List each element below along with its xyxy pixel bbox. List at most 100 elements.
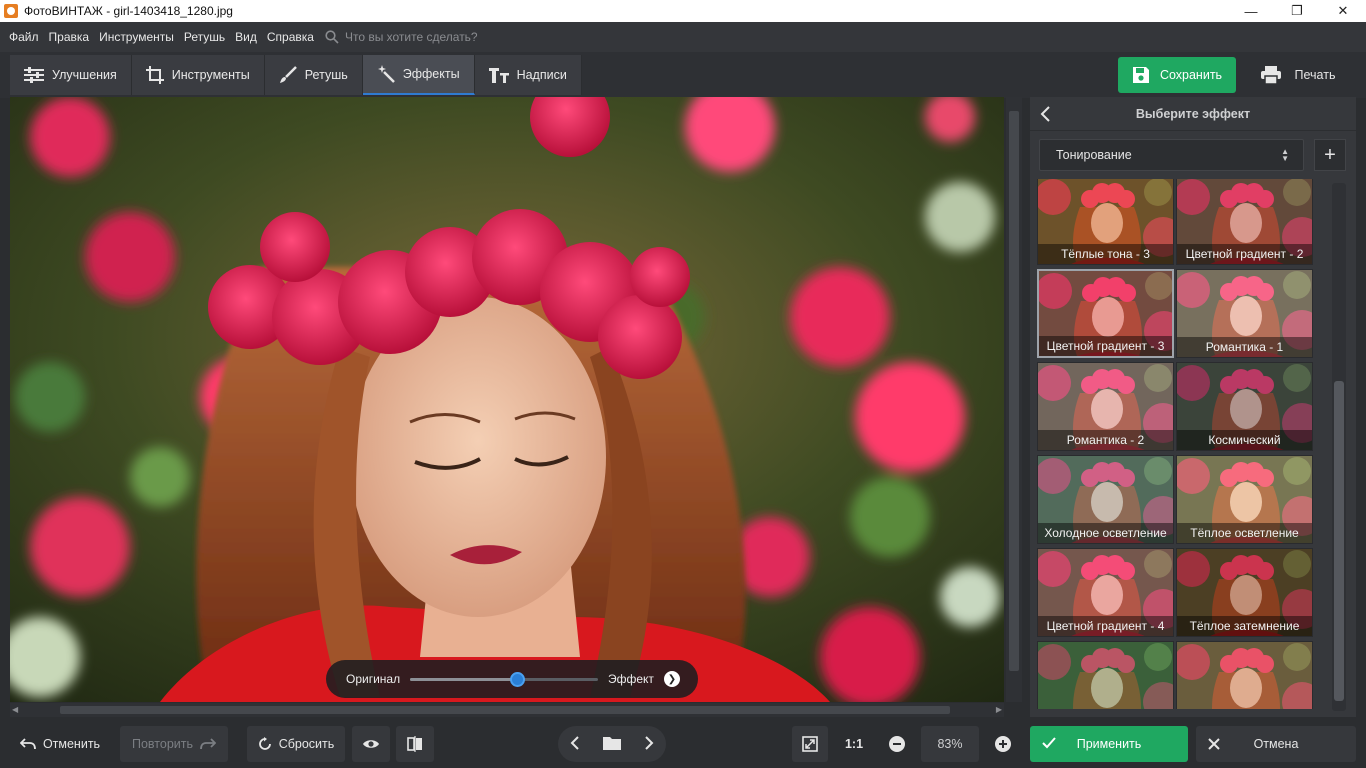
scroll-thumb[interactable] <box>1009 111 1019 671</box>
minus-circle-icon <box>889 736 905 752</box>
photo-canvas[interactable]: Оригинал Эффект ❯ <box>10 97 1004 702</box>
zoom-level[interactable]: 83% <box>921 726 979 762</box>
tab-retouch[interactable]: Ретушь <box>264 55 363 95</box>
brush-icon <box>279 66 297 83</box>
folder-icon[interactable] <box>602 736 621 753</box>
add-effect-button[interactable]: + <box>1314 139 1346 171</box>
search-icon <box>325 30 339 44</box>
compare-track[interactable] <box>410 672 598 687</box>
tab-captions[interactable]: Надписи <box>474 55 582 95</box>
effect-name: Цветной градиент - 2 <box>1177 244 1312 264</box>
next-file-icon[interactable] <box>644 735 654 753</box>
print-button[interactable]: Печать <box>1240 57 1356 93</box>
menu-retouch[interactable]: Ретушь <box>179 30 230 44</box>
zoom-in-button[interactable] <box>986 726 1020 762</box>
tab-tools[interactable]: Инструменты <box>131 55 265 95</box>
menu-view[interactable]: Вид <box>230 30 262 44</box>
compare-knob[interactable] <box>510 672 526 687</box>
tab-bar: Улучшения Инструменты Ретушь Эффекты Над… <box>10 55 582 95</box>
panel-header: Выберите эффект <box>1030 97 1356 131</box>
effect-thumbnail[interactable]: Фотоплёнка - 2 <box>1176 641 1313 709</box>
previous-file-icon[interactable] <box>570 735 580 753</box>
category-select[interactable]: Тонирование ▲ ▼ <box>1039 139 1304 171</box>
effect-thumbnail[interactable]: Романтика - 1 <box>1176 269 1313 358</box>
canvas-horizontal-scrollbar[interactable]: ◀ ▶ <box>10 703 1004 717</box>
apply-label: Применить <box>1076 737 1142 751</box>
save-button[interactable]: Сохранить <box>1118 57 1236 93</box>
fit-to-screen-button[interactable] <box>792 726 828 762</box>
redo-label: Повторить <box>131 737 193 751</box>
panel-title: Выберите эффект <box>1135 106 1251 121</box>
chevron-right-icon[interactable]: ❯ <box>664 671 680 687</box>
toolbar: Улучшения Инструменты Ретушь Эффекты Над… <box>0 52 1366 98</box>
redo-button[interactable]: Повторить <box>120 726 228 762</box>
effects-grid: Тёплые тона - 3 Цветной градиент - 2 Цветн… <box>1037 179 1315 709</box>
floppy-disk-icon <box>1132 67 1149 83</box>
effects-panel: Выберите эффект Тонирование ▲ ▼ + Тёплые … <box>1030 97 1356 717</box>
redo-icon <box>200 738 216 750</box>
effect-preview-image <box>1038 642 1173 709</box>
minimize-icon[interactable]: — <box>1228 0 1274 22</box>
effect-thumbnail[interactable]: Холодное осветление <box>1037 455 1174 544</box>
arrow-right-icon[interactable]: ▶ <box>996 705 1002 714</box>
tab-label: Ретушь <box>304 68 348 82</box>
effect-name: Холодное осветление <box>1038 523 1173 543</box>
cancel-label: Отмена <box>1253 737 1299 751</box>
menu-tools[interactable]: Инструменты <box>94 30 179 44</box>
menu-file[interactable]: Файл <box>4 30 44 44</box>
reset-label: Сбросить <box>278 737 335 751</box>
back-arrow-icon[interactable] <box>1040 106 1052 122</box>
file-navigation <box>558 726 666 762</box>
effect-thumbnail[interactable]: Цветной градиент - 4 <box>1037 548 1174 637</box>
search-box[interactable]: Что вы хотите сделать? <box>325 30 478 44</box>
cancel-button[interactable]: Отмена <box>1196 726 1356 762</box>
window-title: ФотоВИНТАЖ - girl-1403418_1280.jpg <box>24 4 233 18</box>
menu-help[interactable]: Справка <box>262 30 319 44</box>
scroll-thumb[interactable] <box>1334 381 1344 701</box>
zoom-out-button[interactable] <box>880 726 914 762</box>
edited-photo <box>10 97 1004 702</box>
compare-fill <box>410 678 518 681</box>
title-bar: ФотоВИНТАЖ - girl-1403418_1280.jpg — ❐ ✕ <box>0 0 1366 22</box>
eye-icon <box>363 740 379 748</box>
apply-button[interactable]: Применить <box>1030 726 1188 762</box>
fit-screen-icon <box>802 736 818 752</box>
tab-enhancements[interactable]: Улучшения <box>10 55 132 95</box>
tab-label: Эффекты <box>402 67 460 81</box>
printer-icon <box>1260 66 1281 84</box>
undo-button[interactable]: Отменить <box>10 726 110 762</box>
effect-thumbnail[interactable]: Тёплые тона - 3 <box>1037 179 1174 265</box>
effect-thumbnail[interactable]: Изумрудный <box>1037 641 1174 709</box>
tab-effects[interactable]: Эффекты <box>362 55 475 95</box>
reset-button[interactable]: Сбросить <box>247 726 345 762</box>
effect-thumbnail[interactable]: Тёплое затемнение <box>1176 548 1313 637</box>
menu-edit[interactable]: Правка <box>44 30 95 44</box>
canvas-vertical-scrollbar[interactable] <box>1006 97 1022 702</box>
effect-thumbnail[interactable]: Тёплое осветление <box>1176 455 1313 544</box>
category-value: Тонирование <box>1056 148 1132 162</box>
original-label: Оригинал <box>346 672 401 686</box>
search-input[interactable]: Что вы хотите сделать? <box>345 30 478 44</box>
updown-icon: ▲ ▼ <box>1281 147 1289 163</box>
magic-wand-icon <box>377 65 395 83</box>
effect-thumbnail[interactable]: Цветной градиент - 2 <box>1176 179 1313 265</box>
effect-thumbnail[interactable]: Космический <box>1176 362 1313 451</box>
compare-view-button[interactable] <box>396 726 434 762</box>
panel-scrollbar[interactable] <box>1332 183 1346 711</box>
app-logo-icon <box>4 4 18 18</box>
effect-thumbnail[interactable]: Романтика - 2 <box>1037 362 1174 451</box>
arrow-left-icon[interactable]: ◀ <box>12 705 18 714</box>
maximize-icon[interactable]: ❐ <box>1274 0 1320 22</box>
scroll-thumb[interactable] <box>60 706 950 714</box>
sliders-icon <box>24 67 44 83</box>
close-icon[interactable]: ✕ <box>1320 0 1366 22</box>
save-label: Сохранить <box>1159 68 1223 82</box>
actual-size-button[interactable]: 1:1 <box>836 726 872 762</box>
effect-thumbnail[interactable]: Цветной градиент - 3 <box>1037 269 1174 358</box>
preview-toggle-button[interactable] <box>352 726 390 762</box>
effect-name: Романтика - 2 <box>1038 430 1173 450</box>
bottom-bar: Отменить Повторить Сбросить 1:1 83% Прим… <box>0 720 1366 768</box>
effect-name: Цветной градиент - 3 <box>1039 336 1172 356</box>
before-after-slider[interactable]: Оригинал Эффект ❯ <box>326 660 698 698</box>
tab-label: Надписи <box>516 68 567 82</box>
